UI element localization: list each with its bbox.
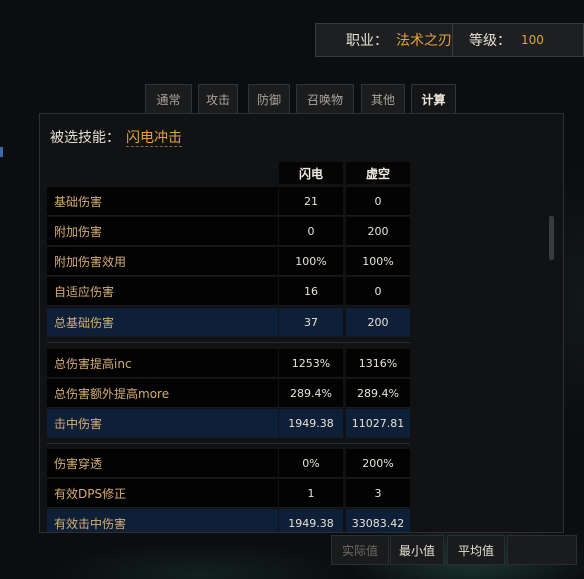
class-value[interactable]: 法术之刃 bbox=[396, 30, 452, 50]
selected-skill-name[interactable]: 闪电冲击 bbox=[126, 130, 182, 147]
row-value-lightning: 100% bbox=[279, 247, 343, 276]
column-header-lightning: 闪电 bbox=[279, 162, 343, 184]
avg-value-button[interactable]: 平均值 bbox=[447, 535, 505, 565]
tab-attack[interactable]: 攻击 bbox=[198, 84, 238, 113]
row-value-void: 100% bbox=[346, 247, 410, 276]
row-label: 附加伤害效用 bbox=[47, 247, 278, 276]
row-value-lightning: 1253% bbox=[279, 349, 343, 378]
row-value-void: 0 bbox=[346, 277, 410, 306]
row-value-lightning: 37 bbox=[279, 308, 343, 337]
row-label: 总伤害额外提高more bbox=[47, 379, 278, 408]
row-label: 击中伤害 bbox=[47, 409, 278, 438]
row-value-void: 200 bbox=[346, 217, 410, 246]
table-row: 有效DPS修正 1 3 bbox=[47, 479, 410, 508]
row-value-void: 200 bbox=[346, 308, 410, 337]
row-value-void: 1316% bbox=[346, 349, 410, 378]
row-value-void: 200% bbox=[346, 449, 410, 478]
panel-scrollbar[interactable] bbox=[549, 216, 554, 260]
row-value-lightning: 21 bbox=[279, 187, 343, 216]
row-value-void: 11027.81 bbox=[346, 409, 410, 438]
selected-skill: 被选技能： 闪电冲击 bbox=[50, 127, 182, 147]
column-header-void: 虚空 bbox=[346, 162, 410, 184]
row-label: 有效DPS修正 bbox=[47, 479, 278, 508]
table-row-total: 总基础伤害 37 200 bbox=[47, 308, 410, 337]
row-label: 总基础伤害 bbox=[47, 308, 278, 337]
row-value-lightning: 16 bbox=[279, 277, 343, 306]
row-value-void: 33083.42 bbox=[346, 509, 410, 532]
tab-other[interactable]: 其他 bbox=[361, 84, 405, 113]
table-row-total: 有效击中伤害 1949.38 33083.42 bbox=[47, 509, 410, 532]
row-value-void: 0 bbox=[346, 187, 410, 216]
row-value-void: 3 bbox=[346, 479, 410, 508]
actual-value-button[interactable]: 实际值 bbox=[331, 535, 389, 565]
tab-defense[interactable]: 防御 bbox=[248, 84, 290, 113]
edge-marker bbox=[0, 147, 3, 157]
max-value-button[interactable] bbox=[507, 535, 577, 565]
min-value-button[interactable]: 最小值 bbox=[390, 535, 444, 565]
table-row: 基础伤害 21 0 bbox=[47, 187, 410, 216]
level-field: 等级： 100 bbox=[452, 24, 544, 56]
row-value-lightning: 289.4% bbox=[279, 379, 343, 408]
row-label: 总伤害提高inc bbox=[47, 349, 278, 378]
selected-skill-label: 被选技能： bbox=[50, 130, 120, 146]
class-label: 职业： bbox=[346, 33, 388, 49]
row-label: 伤害穿透 bbox=[47, 449, 278, 478]
table-row: 自适应伤害 16 0 bbox=[47, 277, 410, 306]
table-row: 总伤害提高inc 1253% 1316% bbox=[47, 349, 410, 378]
group-divider bbox=[47, 443, 410, 444]
character-info-bar: 职业： 法术之刃 等级： 100 bbox=[315, 23, 584, 57]
row-value-void: 289.4% bbox=[346, 379, 410, 408]
level-value[interactable]: 100 bbox=[521, 33, 544, 47]
row-label: 基础伤害 bbox=[47, 187, 278, 216]
row-value-lightning: 0 bbox=[279, 217, 343, 246]
tab-minions[interactable]: 召唤物 bbox=[296, 84, 354, 113]
table-row: 伤害穿透 0% 200% bbox=[47, 449, 410, 478]
level-label: 等级： bbox=[469, 33, 511, 49]
row-value-lightning: 1949.38 bbox=[279, 409, 343, 438]
group-divider bbox=[47, 342, 410, 343]
table-row: 总伤害额外提高more 289.4% 289.4% bbox=[47, 379, 410, 408]
tab-calculation[interactable]: 计算 bbox=[411, 84, 456, 114]
class-field: 职业： 法术之刃 bbox=[316, 24, 452, 56]
tab-general[interactable]: 通常 bbox=[145, 84, 192, 113]
row-value-lightning: 1 bbox=[279, 479, 343, 508]
table-row: 附加伤害效用 100% 100% bbox=[47, 247, 410, 276]
row-label: 附加伤害 bbox=[47, 217, 278, 246]
table-row: 附加伤害 0 200 bbox=[47, 217, 410, 246]
row-value-lightning: 0% bbox=[279, 449, 343, 478]
row-label: 自适应伤害 bbox=[47, 277, 278, 306]
row-value-lightning: 1949.38 bbox=[279, 509, 343, 532]
row-label: 有效击中伤害 bbox=[47, 509, 278, 532]
table-row-total: 击中伤害 1949.38 11027.81 bbox=[47, 409, 410, 438]
